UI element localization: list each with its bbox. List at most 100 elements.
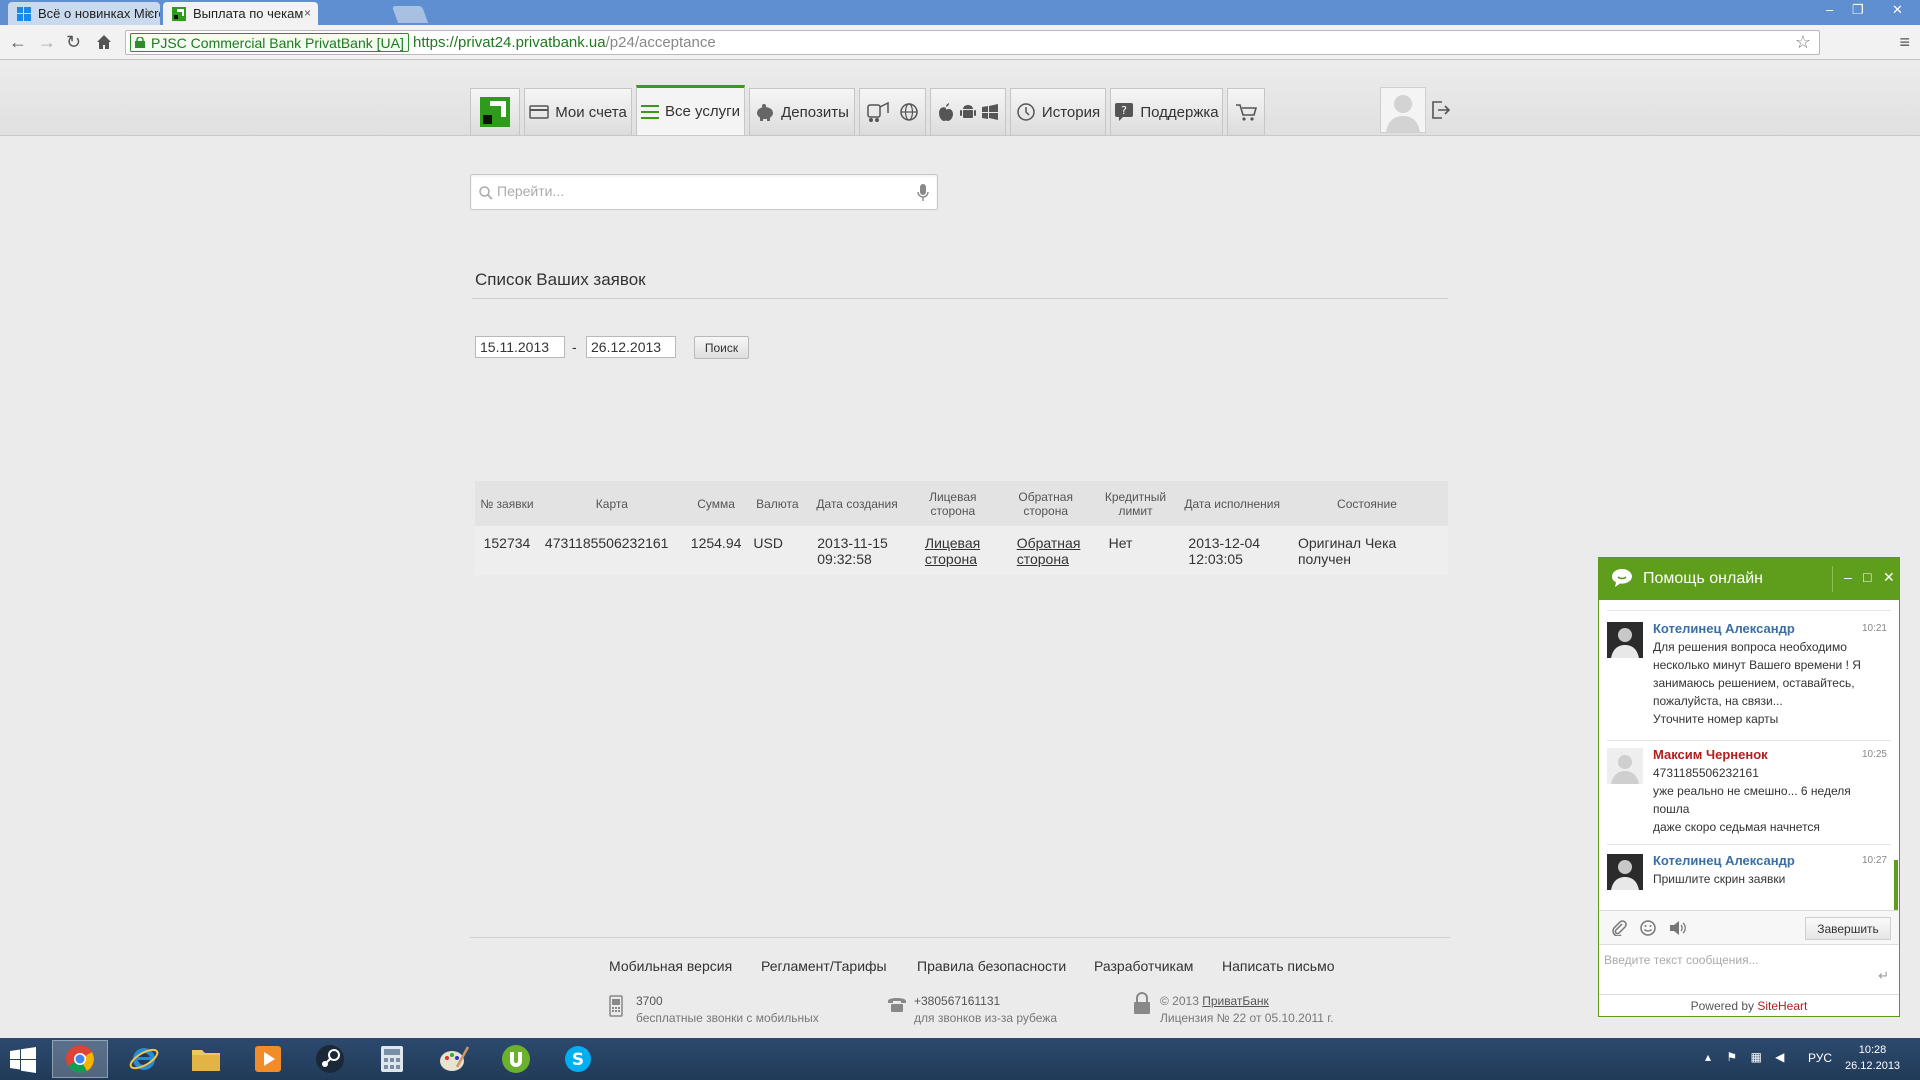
microphone-icon[interactable] [917,184,929,202]
nav-all-services[interactable]: Все услуги [636,85,745,135]
window-close-button[interactable]: ✕ [1892,2,1903,18]
browser-tab-checks[interactable]: Выплата по чекам × [163,2,318,25]
steam-icon [316,1045,344,1073]
nav-cart[interactable] [1227,88,1265,136]
message-author: Котелинец Александр [1653,853,1795,868]
tab-close-icon[interactable]: × [146,6,153,20]
powered-site[interactable]: Site [1757,999,1778,1013]
back-icon[interactable]: ← [9,32,27,53]
column-header: Лицевая сторона [906,481,999,526]
nav-support[interactable]: ? Поддержка [1110,88,1223,136]
nav-transport[interactable] [859,88,926,136]
powered-brand[interactable]: Heart [1778,999,1807,1013]
chat-maximize-icon[interactable]: □ [1863,569,1871,585]
skype-icon: S [565,1046,591,1072]
end-chat-button[interactable]: Завершить [1805,917,1891,940]
browser-tab-microsoft[interactable]: Всё о новинках Microsoft × [8,2,160,25]
chat-minimize-icon[interactable]: – [1844,569,1852,585]
search-button[interactable]: Поиск [694,336,749,359]
page-title: Список Ваших заявок [475,270,646,289]
tab-close-icon[interactable]: × [304,6,311,20]
attach-icon[interactable] [1611,920,1627,936]
nav-history[interactable]: История [1010,88,1106,136]
taskbar-media-player[interactable] [240,1040,296,1078]
taskbar-utorrent[interactable] [488,1040,544,1078]
browser-toolbar: ← → ↻ PJSC Commercial Bank PrivatBank [U… [0,25,1920,60]
chat-header-divider [1832,566,1833,592]
chat-scrollbar[interactable] [1894,860,1898,910]
nav-mobile-apps[interactable] [930,88,1006,136]
nav-deposits[interactable]: Депозиты [749,88,855,136]
message-author: Котелинец Александр [1653,621,1795,636]
volume-icon[interactable]: ◀ [1775,1050,1784,1064]
address-bar[interactable]: PJSC Commercial Bank PrivatBank [UA] htt… [125,30,1820,55]
smiley-icon[interactable] [1640,920,1656,936]
clock-time: 10:28 [1858,1044,1887,1056]
chat-message-input[interactable] [1599,944,1899,994]
send-icon[interactable]: ↵ [1878,968,1889,984]
sound-icon[interactable] [1669,920,1687,936]
date-to-input[interactable] [586,336,676,358]
network-icon[interactable]: ▦ [1750,1050,1761,1064]
start-button-icon[interactable] [10,1047,36,1073]
column-header: Состояние [1285,481,1448,526]
chat-close-icon[interactable]: ✕ [1883,569,1895,586]
support-icon: ? [1115,103,1134,121]
powered-by: Powered by SiteHeart [1599,994,1899,1016]
back-side-link[interactable]: Обратная сторона [1017,535,1081,567]
operator-avatar [1607,622,1643,658]
reload-icon[interactable]: ↻ [66,32,81,53]
footer-link-security[interactable]: Правила безопасности [917,958,1066,974]
message-divider [1607,610,1891,611]
intl-phone-number: +380567161131 [914,994,1001,1008]
url-path: /p24/acceptance [605,34,716,51]
utorrent-icon [502,1045,530,1073]
cell-back: Обратная сторона [998,526,1093,575]
new-tab-button[interactable] [391,6,429,23]
goto-search-input[interactable] [497,183,897,199]
folder-icon [192,1050,220,1071]
privatbank-logo-button[interactable] [470,88,520,136]
taskbar-explorer[interactable] [178,1040,234,1078]
language-indicator[interactable]: РУС [1808,1051,1832,1065]
chat-messages: Котелинец Александр 10:21 Для решения во… [1599,600,1899,910]
bookmark-star-icon[interactable]: ☆ [1795,32,1811,53]
card-icon [529,105,549,119]
tray-arrow-icon[interactable]: ▴ [1705,1050,1711,1064]
taskbar-steam[interactable] [302,1040,358,1078]
taskbar-skype[interactable]: S [550,1040,606,1078]
footer-link-write[interactable]: Написать письмо [1222,958,1334,974]
taskbar-calculator[interactable] [364,1040,420,1078]
goto-search-box[interactable] [470,174,938,210]
system-tray: ▴ ⚑ ▦ ◀ [1705,1050,1784,1064]
forward-icon[interactable]: → [38,32,56,53]
cell-credit-limit: Нет [1092,526,1179,575]
nav-my-accounts[interactable]: Мои счета [524,88,632,136]
footer-link-mobile[interactable]: Мобильная версия [609,958,732,974]
logout-icon[interactable] [1430,100,1450,120]
message-text: Для решения вопроса необходимо несколько… [1653,640,1861,726]
window-restore-button[interactable]: ❐ [1852,2,1864,18]
svg-text:?: ? [1121,104,1127,117]
action-center-flag-icon[interactable]: ⚑ [1726,1050,1737,1064]
taskbar-paint[interactable] [426,1040,482,1078]
taskbar-ie[interactable] [116,1040,172,1078]
table-header-row: № заявки Карта Сумма Валюта Дата создани… [475,481,1448,526]
user-avatar[interactable] [1380,87,1426,133]
table-row: 152734 4731185506232161 1254.94 USD 2013… [475,526,1448,575]
date-from-input[interactable] [475,336,565,358]
front-side-link[interactable]: Лицевая сторона [925,535,980,567]
privatbank-link[interactable]: ПриватБанк [1202,994,1269,1008]
taskbar-chrome[interactable] [52,1040,108,1078]
footer-link-tariffs[interactable]: Регламент/Тарифы [761,958,887,974]
window-minimize-button[interactable]: – [1826,2,1833,17]
chat-bubble-icon [1612,569,1632,587]
paint-icon [440,1046,469,1071]
home-icon[interactable] [96,34,112,50]
footer-intl-phone: +380567161131 для звонков из-за рубежа [888,993,1057,1027]
footer-link-developers[interactable]: Разработчикам [1094,958,1193,974]
browser-menu-icon[interactable]: ≡ [1899,32,1910,53]
ev-certificate-badge[interactable]: PJSC Commercial Bank PrivatBank [UA] [130,33,409,52]
taskbar-clock[interactable]: 10:28 26.12.2013 [1845,1042,1900,1074]
windows-icon [17,7,31,21]
